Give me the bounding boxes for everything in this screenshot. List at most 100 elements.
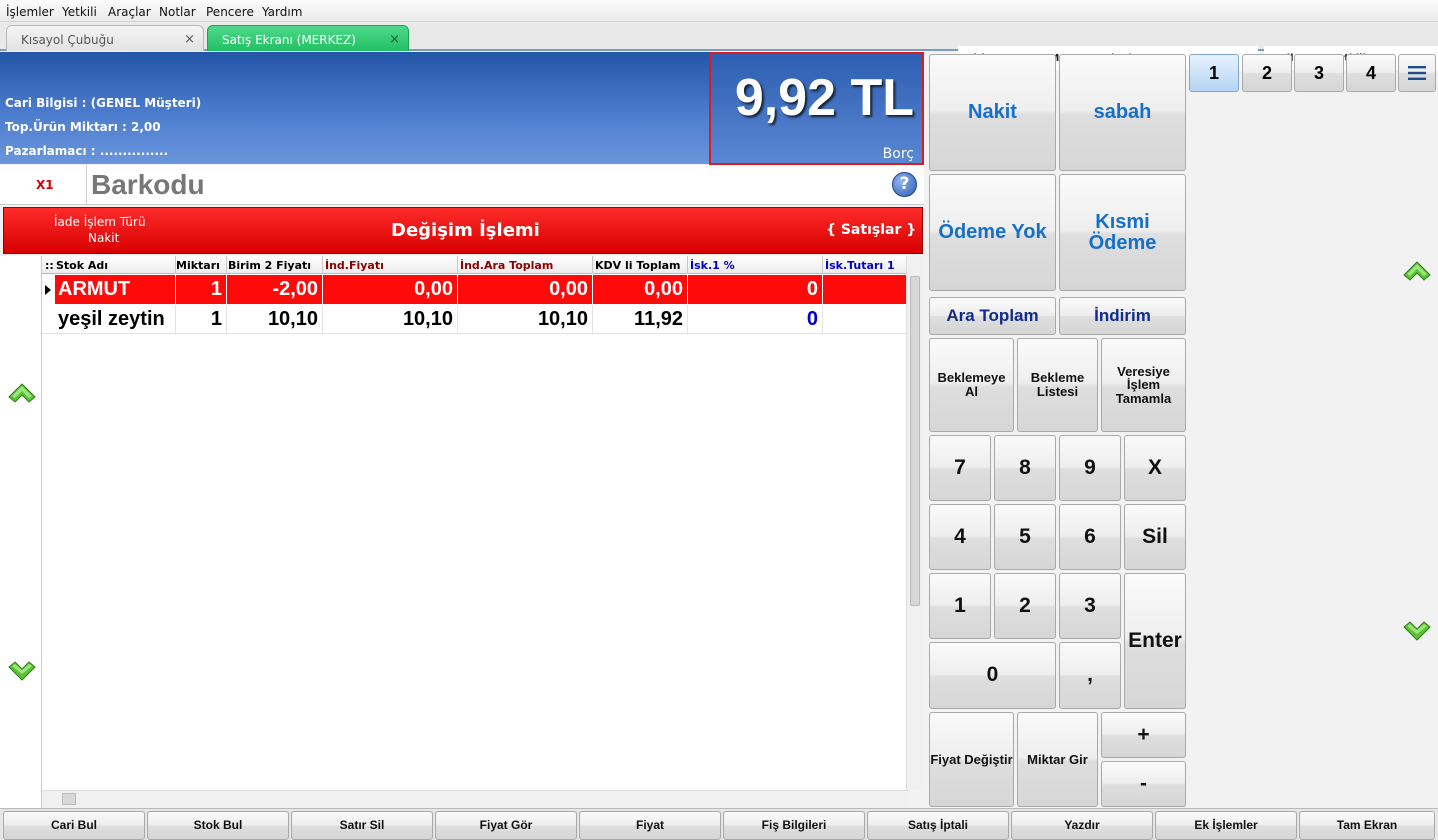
close-icon[interactable]: ×: [184, 32, 195, 47]
return-type-value[interactable]: Nakit: [88, 231, 119, 245]
miktar-gir-button[interactable]: Miktar Gir: [1017, 712, 1098, 807]
table-cell[interactable]: -2,00: [272, 278, 318, 301]
barcode-row: X1 Barkodu ?: [0, 165, 924, 205]
column-header[interactable]: İnd.Ara Toplam: [460, 259, 553, 272]
key-comma[interactable]: ,: [1059, 642, 1121, 709]
table-cell[interactable]: 0,00: [644, 278, 683, 301]
help-icon[interactable]: ?: [892, 172, 917, 197]
key-3[interactable]: 3: [1059, 573, 1121, 639]
column-header[interactable]: KDV li Toplam: [595, 259, 681, 272]
nakit-button[interactable]: Nakit: [929, 54, 1056, 171]
menu-pencere[interactable]: Pencere: [206, 5, 254, 19]
page-tab-1[interactable]: 1: [1189, 54, 1239, 92]
key-2[interactable]: 2: [994, 573, 1056, 639]
sabah-button[interactable]: sabah: [1059, 54, 1186, 171]
scroll-down-icon[interactable]: [7, 660, 37, 682]
table-cell[interactable]: 10,10: [538, 308, 588, 331]
page-down-icon[interactable]: [1402, 620, 1432, 642]
table-cell[interactable]: 10,10: [403, 308, 453, 331]
column-header[interactable]: İsk.1 %: [690, 259, 735, 272]
key-x[interactable]: X: [1124, 435, 1186, 501]
key-5[interactable]: 5: [994, 504, 1056, 570]
column-header[interactable]: Birim 2 Fiyatı: [228, 259, 311, 272]
beklemeye-al-button[interactable]: Beklemeye Al: [929, 338, 1014, 432]
key-8[interactable]: 8: [994, 435, 1056, 501]
ek-islemler-button[interactable]: Ek İşlemler: [1155, 811, 1297, 840]
scroll-up-icon[interactable]: [7, 382, 37, 404]
tab-kisayol[interactable]: Kısayol Çubuğu ×: [6, 25, 204, 51]
column-divider: [822, 305, 823, 334]
menu-yetkili[interactable]: Yetkili: [62, 5, 97, 19]
table-cell[interactable]: 1: [211, 278, 222, 301]
column-divider: [175, 275, 176, 304]
satis-iptali-button[interactable]: Satış İptali: [867, 811, 1009, 840]
yazdir-button[interactable]: Yazdır: [1011, 811, 1153, 840]
table-row[interactable]: ARMUT 1 -2,00 0,00 0,00 0,00 0: [42, 275, 908, 304]
header-divider: [226, 256, 227, 274]
table-cell[interactable]: 0: [807, 278, 818, 301]
table-cell[interactable]: 1: [211, 308, 222, 331]
stok-bul-button[interactable]: Stok Bul: [147, 811, 289, 840]
column-header[interactable]: İnd.Fiyatı: [325, 259, 384, 272]
table-cell[interactable]: 0,00: [549, 278, 588, 301]
tab-satis-ekrani[interactable]: Satış Ekranı (MERKEZ) ×: [207, 25, 409, 51]
tam-ekran-button[interactable]: Tam Ekran: [1299, 811, 1435, 840]
column-divider: [592, 275, 593, 304]
fiyat-gor-button[interactable]: Fiyat Gör: [435, 811, 577, 840]
cari-bul-button[interactable]: Cari Bul: [3, 811, 145, 840]
satir-sil-button[interactable]: Satır Sil: [291, 811, 433, 840]
key-9[interactable]: 9: [1059, 435, 1121, 501]
page-tab-3[interactable]: 3: [1294, 54, 1344, 92]
menu-islemler[interactable]: İşlemler: [6, 5, 54, 19]
key-sil[interactable]: Sil: [1124, 504, 1186, 570]
menu-bar: İşlemler Yetkili Araçlar Notlar Pencere …: [0, 0, 1438, 22]
barcode-input[interactable]: Barkodu: [91, 169, 205, 201]
veresiye-button[interactable]: Veresiye İşlem Tamamla: [1101, 338, 1186, 432]
scroll-thumb[interactable]: [910, 276, 920, 606]
table-row[interactable]: yeşil zeytin 1 10,10 10,10 10,10 11,92 0: [42, 305, 908, 334]
tab-bar: Kısayol Çubuğu × Satış Ekranı (MERKEZ) ×…: [0, 22, 1438, 70]
fis-bilgileri-button[interactable]: Fiş Bilgileri: [723, 811, 865, 840]
page-tab-4[interactable]: 4: [1346, 54, 1396, 92]
table-cell[interactable]: ARMUT: [58, 278, 130, 301]
sales-link[interactable]: { Satışlar }: [826, 222, 916, 238]
column-header[interactable]: Miktarı: [176, 259, 220, 272]
menu-araclar[interactable]: Araçlar: [108, 5, 151, 19]
key-7[interactable]: 7: [929, 435, 991, 501]
column-header[interactable]: İsk.Tutarı 1: [825, 259, 895, 272]
menu-yardim[interactable]: Yardım: [262, 5, 302, 19]
page-tab-2[interactable]: 2: [1242, 54, 1292, 92]
column-header[interactable]: Stok Adı: [56, 259, 108, 272]
bekleme-listesi-button[interactable]: Bekleme Listesi: [1017, 338, 1098, 432]
plus-button[interactable]: +: [1101, 712, 1186, 758]
scroll-thumb[interactable]: [62, 793, 76, 805]
table-cell[interactable]: 11,92: [634, 308, 683, 331]
table-cell[interactable]: 0,00: [414, 278, 453, 301]
odeme-yok-button[interactable]: Ödeme Yok: [929, 174, 1056, 291]
page-up-icon[interactable]: [1402, 260, 1432, 282]
key-1[interactable]: 1: [929, 573, 991, 639]
table-cell[interactable]: yeşil zeytin: [58, 308, 165, 331]
horizontal-scrollbar[interactable]: [42, 790, 908, 808]
hamburger-menu-icon[interactable]: [1398, 54, 1436, 92]
key-enter[interactable]: Enter: [1124, 573, 1186, 709]
key-6[interactable]: 6: [1059, 504, 1121, 570]
fiyat-degistir-button[interactable]: Fiyat Değiştir: [929, 712, 1014, 807]
close-icon[interactable]: ×: [389, 32, 400, 47]
ara-toplam-button[interactable]: Ara Toplam: [929, 297, 1056, 335]
vertical-scrollbar[interactable]: [906, 256, 923, 790]
minus-button[interactable]: -: [1101, 761, 1186, 807]
bottom-toolbar: Cari Bul Stok Bul Satır Sil Fiyat Gör Fi…: [0, 808, 1438, 840]
mode-title: Değişim İşlemi: [391, 220, 540, 241]
menu-notlar[interactable]: Notlar: [159, 5, 196, 19]
fiyat-button[interactable]: Fiyat: [579, 811, 721, 840]
multiplier-label[interactable]: X1: [36, 178, 54, 192]
kismi-odeme-button[interactable]: Kısmi Ödeme: [1059, 174, 1186, 291]
indirim-button[interactable]: İndirim: [1059, 297, 1186, 335]
key-4[interactable]: 4: [929, 504, 991, 570]
table-cell[interactable]: 0: [807, 308, 818, 331]
tab-label: Satış Ekranı (MERKEZ): [222, 33, 356, 47]
table-cell[interactable]: 10,10: [268, 308, 318, 331]
grid-handle-icon[interactable]: ::: [45, 259, 54, 272]
key-0[interactable]: 0: [929, 642, 1056, 709]
